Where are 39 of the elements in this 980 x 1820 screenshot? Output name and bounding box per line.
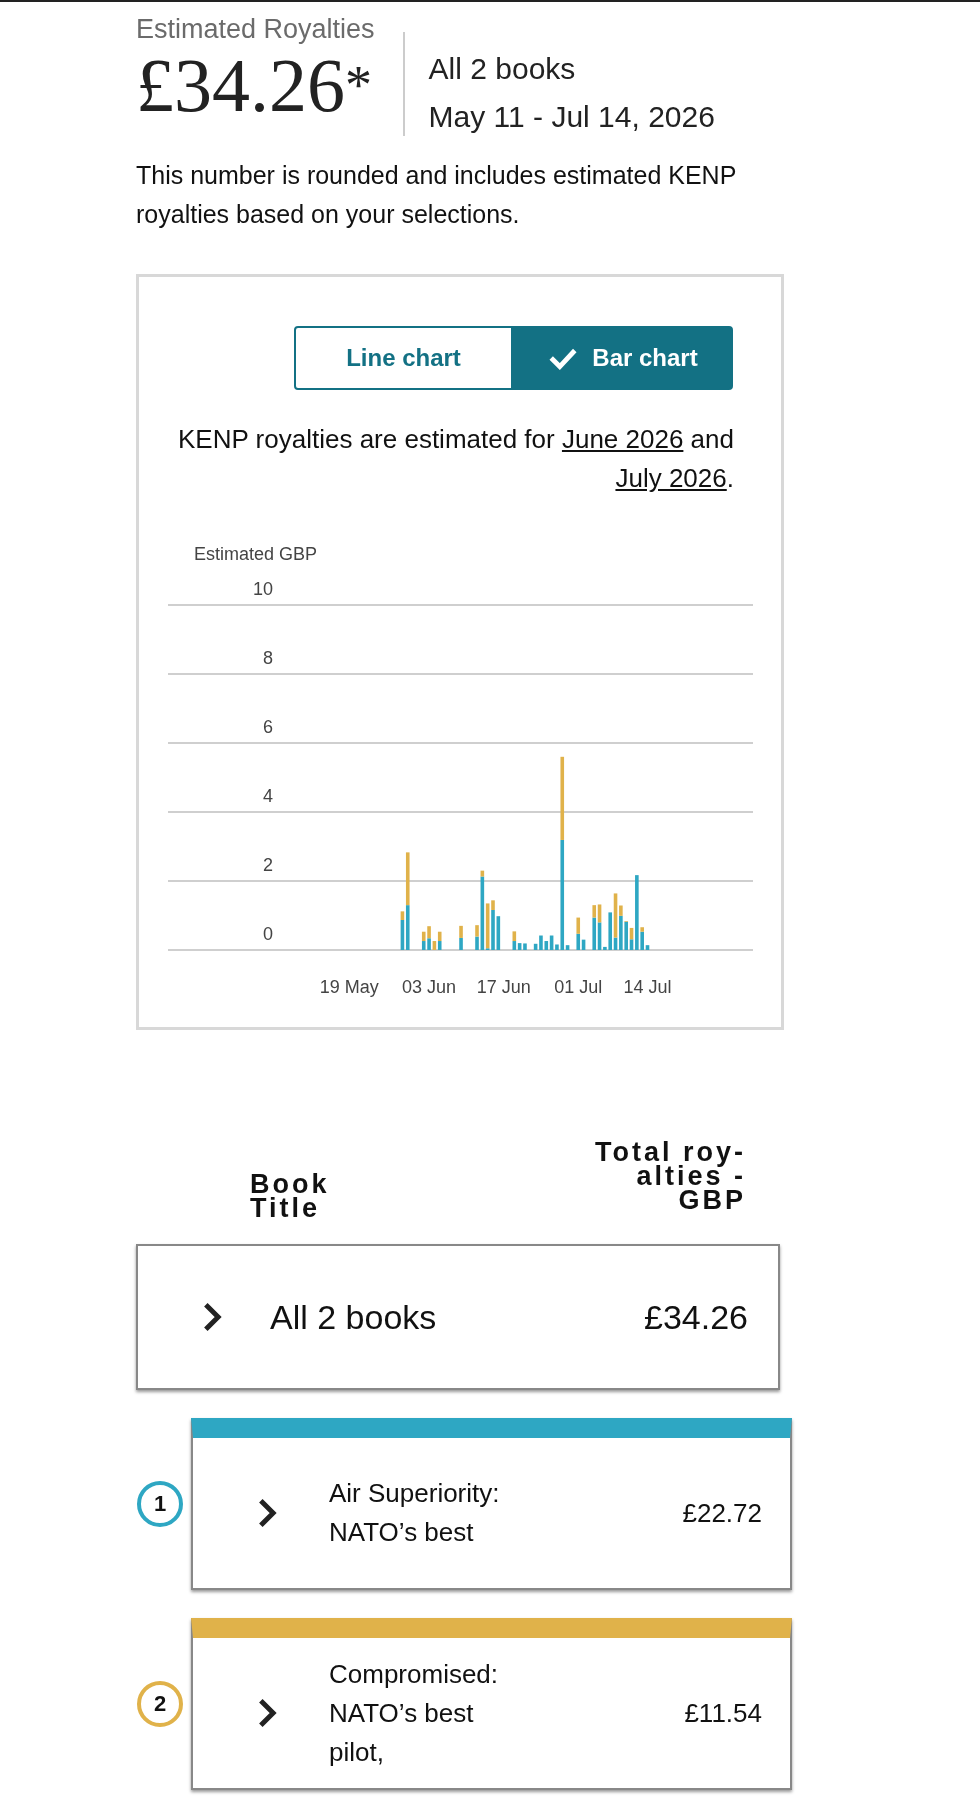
axis-tick-label: 14 Jul — [623, 977, 672, 997]
axis-tick-label: 8 — [263, 648, 273, 668]
number-badge: 2 — [137, 1681, 183, 1727]
rounding-note: This number is rounded and includes estimated KENP royalties based on your selections. — [136, 160, 736, 230]
book-title: Air Superiority: NATO’s best — [329, 1477, 501, 1549]
book-scope: All 2 books — [428, 52, 577, 86]
month-link[interactable]: June 2026 — [561, 424, 684, 454]
row-title: All 2 books — [270, 1297, 437, 1337]
axis-tick-label: 17 Jun — [476, 977, 531, 997]
chevron-right-icon — [202, 1301, 222, 1333]
axis-tick-label: 4 — [263, 786, 273, 806]
total-row[interactable]: All 2 books £34.26 — [136, 1244, 780, 1390]
book-title: Compromised: NATO’s best pilot, — [329, 1657, 500, 1769]
month-link[interactable]: July 2026 — [615, 463, 727, 493]
number-badge: 1 — [137, 1481, 183, 1527]
row-amount: £11.54 — [684, 1697, 762, 1729]
estimate-note: KENP royalties are estimated for June 2026 and July 2026. — [177, 423, 734, 495]
axis-tick-label: 03 Jun — [402, 977, 457, 997]
column-header: Total roy-alties - GBP — [594, 1140, 746, 1212]
axis-title: Estimated GBP — [194, 544, 319, 565]
axis-tick-label: 10 — [252, 579, 273, 599]
book-row[interactable]: Compromised: NATO’s best pilot, £11.54 — [191, 1618, 792, 1790]
check-icon — [548, 346, 579, 370]
row-amount: £22.72 — [682, 1497, 762, 1529]
chart-type-toggle[interactable]: Bar chart — [513, 326, 733, 390]
royalty-amount: £34.26* — [136, 45, 372, 125]
chevron-right-icon — [257, 1697, 277, 1729]
axis-tick-label: 2 — [263, 855, 273, 875]
chart-type-toggle[interactable]: Line chart — [294, 326, 513, 390]
summary-label: Estimated Royalties — [136, 14, 375, 45]
axis-tick-label: 01 Jul — [554, 977, 603, 997]
row-amount: £34.26 — [644, 1297, 748, 1337]
chevron-right-icon — [257, 1497, 277, 1529]
axis-tick-label: 0 — [263, 924, 273, 944]
column-header: Book Title — [250, 1172, 331, 1220]
book-row[interactable]: Air Superiority: NATO’s best £22.72 — [191, 1418, 792, 1590]
axis-tick-label: 6 — [263, 717, 273, 737]
date-range: May 11 - Jul 14, 2026 — [428, 100, 715, 134]
axis-tick-label: 19 May — [319, 977, 379, 997]
